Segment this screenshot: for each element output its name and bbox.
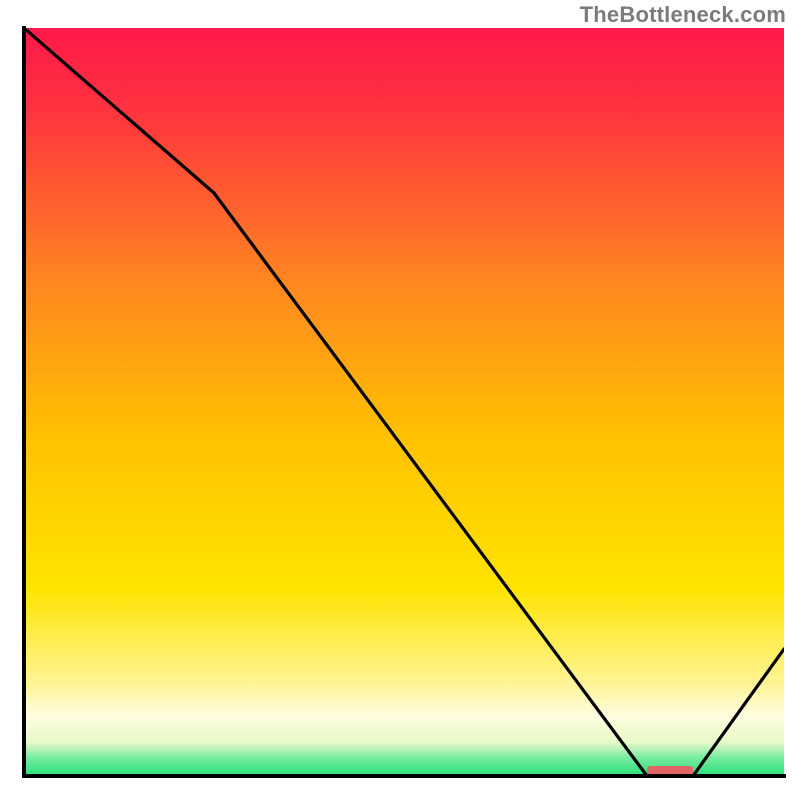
gradient-background — [24, 28, 784, 776]
chart-container: TheBottleneck.com — [0, 0, 800, 800]
bottleneck-chart — [0, 0, 800, 800]
highlight-segment — [647, 766, 693, 775]
